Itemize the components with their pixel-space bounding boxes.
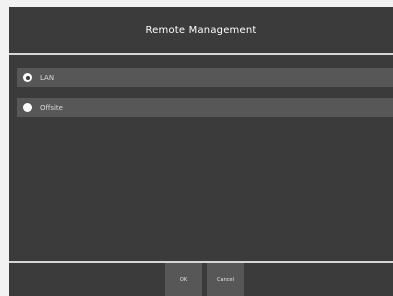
dialog-footer: OK Cancel <box>9 263 393 296</box>
radio-selected-icon[interactable] <box>23 73 32 82</box>
option-offsite-label: Offsite <box>40 103 63 112</box>
option-lan[interactable]: LAN <box>17 68 393 87</box>
dialog-content: LAN Offsite <box>9 55 393 261</box>
ok-button[interactable]: OK <box>165 263 202 296</box>
cancel-button[interactable]: Cancel <box>207 263 244 296</box>
remote-management-dialog: Remote Management LAN Offsite OK Cancel <box>9 7 393 296</box>
dialog-titlebar: Remote Management <box>9 7 393 53</box>
option-lan-label: LAN <box>40 73 55 82</box>
radio-unselected-icon[interactable] <box>23 103 32 112</box>
dialog-title: Remote Management <box>145 24 257 36</box>
option-offsite[interactable]: Offsite <box>17 98 393 117</box>
